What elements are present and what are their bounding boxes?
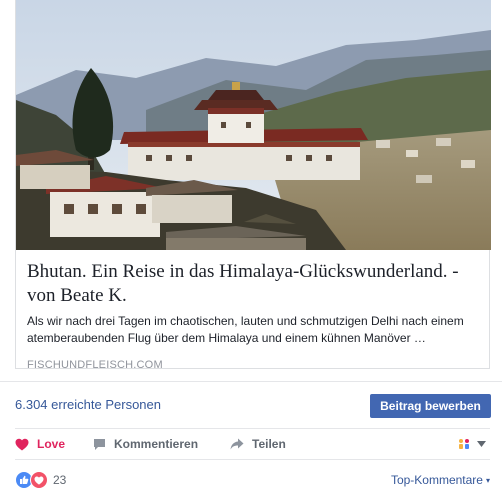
preview-photo[interactable]	[16, 0, 491, 250]
action-bar: Love Kommentieren Teilen	[0, 430, 502, 458]
comment-sort-dropdown[interactable]: Top-Kommentare ▾	[391, 473, 490, 487]
share-label: Teilen	[252, 437, 286, 451]
divider	[0, 381, 502, 382]
comment-label: Kommentieren	[114, 437, 199, 451]
heart-icon	[15, 438, 29, 450]
love-label: Love	[37, 437, 66, 451]
share-button[interactable]: Teilen	[230, 430, 286, 458]
preview-domain: FISCHUNDFLEISCH.COM	[27, 359, 163, 371]
divider	[15, 459, 490, 460]
caret-down-icon: ▾	[485, 475, 490, 485]
reaction-count: 23	[53, 473, 67, 487]
preview-description: Als wir nach drei Tagen im chaotischen, …	[27, 314, 464, 345]
boost-post-button[interactable]: Beitrag bewerben	[370, 394, 491, 418]
preview-title[interactable]: Bhutan. Ein Reise in das Himalaya-Glücks…	[27, 260, 480, 308]
people-icon	[459, 439, 469, 449]
reach-count-link[interactable]: 6.304 erreichte Personen	[15, 397, 161, 412]
bhutan-dzong-image	[16, 0, 491, 250]
share-icon	[230, 438, 244, 450]
reaction-count-link[interactable]: 23	[15, 471, 66, 489]
sort-label: Top-Kommentare	[390, 473, 483, 487]
comment-button[interactable]: Kommentieren	[93, 430, 198, 458]
love-button[interactable]: Love	[15, 430, 65, 458]
divider	[15, 428, 490, 429]
link-preview-card[interactable]: Bhutan. Ein Reise in das Himalaya-Glücks…	[15, 0, 491, 371]
comment-icon	[94, 438, 105, 450]
chevron-down-icon	[477, 441, 486, 447]
reaction-selector-menu[interactable]	[457, 430, 486, 458]
love-reaction-icon	[30, 471, 48, 489]
reactions-summary: 23 Top-Kommentare ▾	[0, 466, 502, 494]
